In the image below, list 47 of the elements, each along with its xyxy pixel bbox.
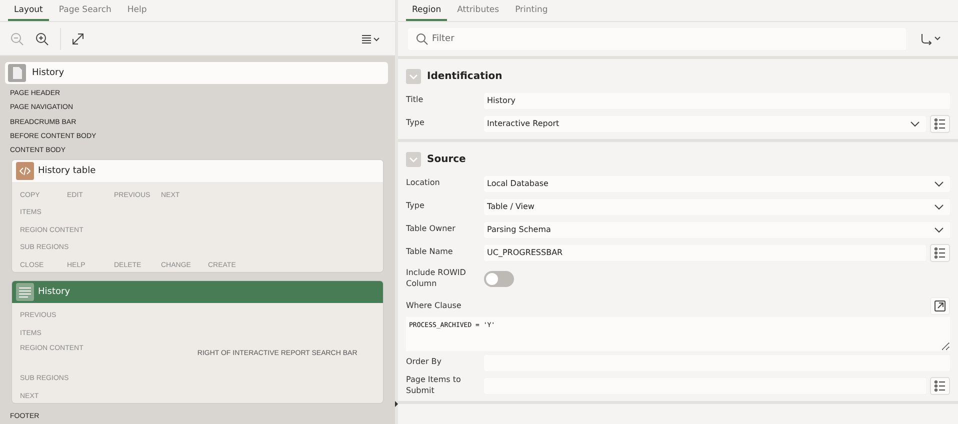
chevron-down-icon[interactable] [910, 120, 920, 126]
text-field[interactable]: History [484, 92, 950, 108]
go-to-group-icon[interactable] [920, 33, 942, 45]
region-header[interactable]: History [12, 281, 383, 304]
field-label: Type [406, 201, 426, 212]
chevron-down-icon[interactable] [934, 180, 944, 186]
tab[interactable]: Layout [8, 0, 49, 21]
page-card[interactable]: History [5, 62, 388, 84]
region-title: History table [38, 166, 96, 176]
expand-icon[interactable] [72, 32, 84, 44]
select-field[interactable]: Parsing Schema [484, 222, 950, 238]
field-label: Order By [406, 357, 442, 368]
page-title: History [32, 68, 64, 78]
select-field[interactable]: Table / View [484, 198, 950, 214]
chevron-down-icon[interactable] [934, 204, 944, 210]
region-header[interactable]: History table [12, 160, 383, 182]
code-icon[interactable] [16, 162, 34, 180]
tab[interactable]: Help [121, 0, 153, 21]
region-title: History [38, 287, 70, 298]
field-label: Type [406, 118, 426, 129]
report-icon[interactable] [16, 283, 34, 302]
field-label: Table Owner [406, 224, 456, 235]
field-label: Where Clause [406, 300, 462, 312]
select-field[interactable]: Interactive Report [484, 116, 926, 132]
list-icon[interactable] [930, 114, 950, 132]
list-icon[interactable] [930, 244, 950, 262]
field-label: Table Name [406, 247, 454, 258]
toggle-switch[interactable] [484, 271, 514, 287]
tab[interactable]: Attributes [451, 0, 506, 21]
search-icon[interactable] [416, 33, 428, 45]
section-title: Identification [427, 70, 502, 82]
tab[interactable]: Region [406, 0, 448, 21]
chevron-down-icon[interactable] [934, 226, 944, 232]
open-editor-icon[interactable] [930, 297, 950, 315]
menu-icon[interactable] [361, 34, 381, 44]
section-title: Source [427, 154, 466, 164]
field-label: Page Items to Submit [406, 374, 462, 396]
zoom-in-icon[interactable] [35, 32, 49, 46]
select-field[interactable]: Local Database [484, 176, 950, 192]
tab[interactable]: Printing [509, 0, 554, 21]
field-label: Location [406, 178, 441, 189]
field-label: Title [406, 95, 424, 106]
text-field[interactable]: UC_PROGRESSBAR [484, 244, 926, 260]
tab[interactable]: Page Search [52, 0, 118, 21]
field-label: Include ROWID Column [406, 268, 467, 290]
list-icon[interactable] [930, 376, 950, 394]
filter-field[interactable]: Filter [408, 28, 906, 50]
